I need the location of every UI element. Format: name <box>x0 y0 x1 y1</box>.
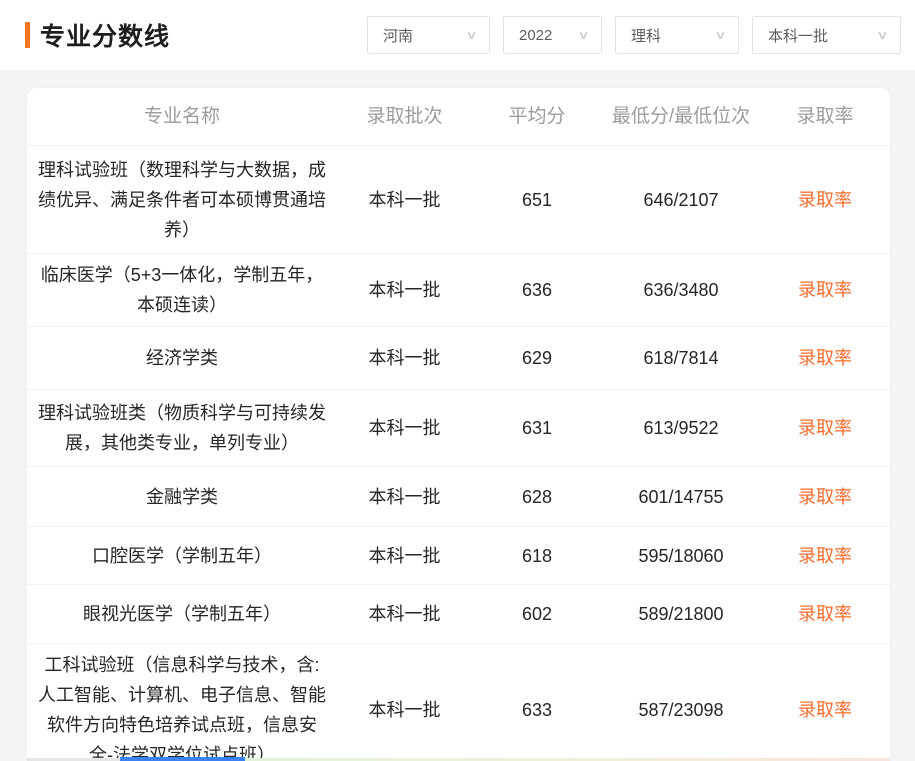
page-title-block: 专业分数线 <box>25 17 170 53</box>
column-header-min: 最低分/最低位次 <box>611 106 751 127</box>
batch-select[interactable]: 本科一批 ∨ <box>752 16 901 54</box>
avg-score-cell: 602 <box>521 604 553 624</box>
admission-rate-link[interactable]: 录取率 <box>798 190 852 210</box>
column-header-rate: 录取率 <box>796 106 854 127</box>
avg-score-cell: 631 <box>521 418 553 438</box>
column-header-avg: 平均分 <box>508 106 566 127</box>
table-row: 理科试验班（数理科学与大数据，成绩优异、满足条件者可本硕博贯通培养） 本科一批 … <box>27 145 890 253</box>
batch-cell: 本科一批 <box>368 280 441 300</box>
batch-cell: 本科一批 <box>368 700 441 720</box>
chevron-down-icon: ∨ <box>577 28 590 42</box>
admission-rate-link[interactable]: 录取率 <box>798 348 852 368</box>
subject-type-select-value: 理科 <box>631 27 662 45</box>
min-score-rank-cell: 587/23098 <box>638 700 724 720</box>
major-name-cell: 口腔医学（学制五年） <box>92 545 272 566</box>
year-select[interactable]: 2022 ∨ <box>503 16 602 54</box>
major-name-cell: 金融学类 <box>146 486 218 507</box>
chevron-down-icon: ∨ <box>465 28 478 42</box>
admission-rate-link[interactable]: 录取率 <box>798 546 852 566</box>
major-name-cell: 眼视光医学（学制五年） <box>83 604 281 624</box>
page-title: 专业分数线 <box>40 23 171 51</box>
table-header-row: 专业名称 录取批次 平均分 最低分/最低位次 录取率 <box>27 88 890 145</box>
title-accent-bar <box>25 22 30 48</box>
major-name-cell: 临床医学（5+3一体化，学制五年，本硕连读） <box>40 265 324 315</box>
min-score-rank-cell: 613/9522 <box>643 418 719 438</box>
bottom-peek-blue-segment <box>120 757 245 761</box>
page-header: 专业分数线 河南 ∨ 2022 ∨ 理科 ∨ 本科一批 ∨ <box>0 0 915 70</box>
major-name-cell: 工科试验班（信息科学与技术，含:人工智能、计算机、电子信息、智能软件方向特色培养… <box>38 655 326 761</box>
min-score-rank-cell: 589/21800 <box>638 604 724 624</box>
province-select-value: 河南 <box>383 27 414 45</box>
table-row: 眼视光医学（学制五年） 本科一批 602 589/21800 录取率 <box>27 584 890 643</box>
batch-cell: 本科一批 <box>368 545 441 566</box>
admission-rate-link[interactable]: 录取率 <box>798 418 852 438</box>
batch-cell: 本科一批 <box>368 418 441 438</box>
major-name-cell: 理科试验班（数理科学与大数据，成绩优异、满足条件者可本硕博贯通培养） <box>38 159 326 240</box>
filter-bar: 河南 ∨ 2022 ∨ 理科 ∨ 本科一批 ∨ <box>367 16 901 54</box>
avg-score-cell: 651 <box>521 189 553 210</box>
min-score-rank-cell: 595/18060 <box>638 545 724 566</box>
score-table-card: 专业名称 录取批次 平均分 最低分/最低位次 录取率 理科试验班（数理科学与大数… <box>27 88 890 761</box>
avg-score-cell: 633 <box>521 700 553 720</box>
avg-score-cell: 618 <box>521 545 553 566</box>
admission-rate-link[interactable]: 录取率 <box>798 487 852 507</box>
column-header-major: 专业名称 <box>143 106 220 127</box>
table-row: 临床医学（5+3一体化，学制五年，本硕连读） 本科一批 636 636/3480… <box>27 253 890 326</box>
year-select-value: 2022 <box>519 26 553 44</box>
batch-cell: 本科一批 <box>368 348 441 368</box>
batch-select-value: 本科一批 <box>768 27 829 45</box>
admission-rate-link[interactable]: 录取率 <box>798 604 852 624</box>
batch-cell: 本科一批 <box>368 604 441 624</box>
avg-score-cell: 629 <box>521 348 553 368</box>
table-row: 口腔医学（学制五年） 本科一批 618 595/18060 录取率 <box>27 526 890 584</box>
major-name-cell: 经济学类 <box>146 348 218 368</box>
table-row: 理科试验班类（物质科学与可持续发展，其他类专业，单列专业） 本科一批 631 6… <box>27 389 890 466</box>
table-row: 工科试验班（信息科学与技术，含:人工智能、计算机、电子信息、智能软件方向特色培养… <box>27 643 890 761</box>
min-score-rank-cell: 636/3480 <box>643 280 719 300</box>
chevron-down-icon: ∨ <box>876 28 889 42</box>
chevron-down-icon: ∨ <box>714 28 727 42</box>
avg-score-cell: 628 <box>521 486 553 507</box>
min-score-rank-cell: 646/2107 <box>643 189 719 210</box>
column-header-batch: 录取批次 <box>366 106 443 127</box>
admission-rate-link[interactable]: 录取率 <box>798 700 852 720</box>
batch-cell: 本科一批 <box>368 189 441 210</box>
avg-score-cell: 636 <box>521 280 553 300</box>
table-row: 金融学类 本科一批 628 601/14755 录取率 <box>27 466 890 526</box>
batch-cell: 本科一批 <box>368 486 441 507</box>
province-select[interactable]: 河南 ∨ <box>367 16 490 54</box>
min-score-rank-cell: 618/7814 <box>643 348 719 368</box>
subject-type-select[interactable]: 理科 ∨ <box>615 16 739 54</box>
admission-rate-link[interactable]: 录取率 <box>798 280 852 300</box>
table-row: 经济学类 本科一批 629 618/7814 录取率 <box>27 326 890 389</box>
min-score-rank-cell: 601/14755 <box>638 486 724 507</box>
major-name-cell: 理科试验班类（物质科学与可持续发展，其他类专业，单列专业） <box>38 403 326 453</box>
